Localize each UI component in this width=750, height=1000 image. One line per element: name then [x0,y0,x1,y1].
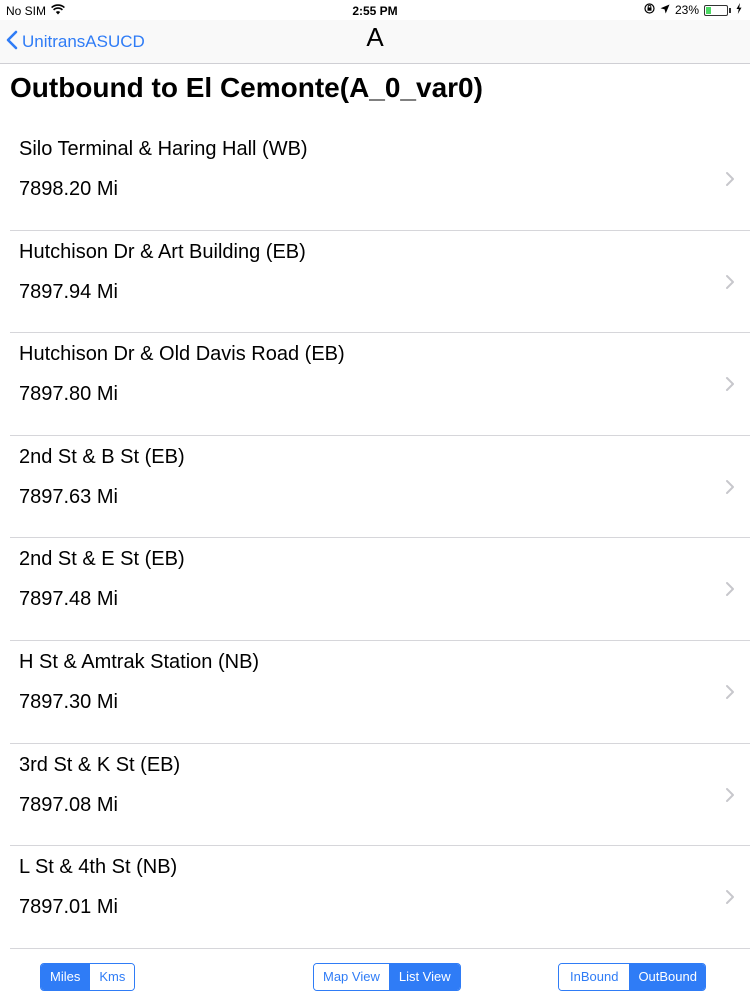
battery-percent: 23% [674,3,699,17]
battery-icon [704,4,728,16]
stop-row[interactable]: 3rd St & K St (EB) 7897.08 Mi [0,744,750,847]
stop-row[interactable]: H St & Amtrak Station (NB) 7897.30 Mi [0,641,750,744]
app-window: No SIM 2:55 PM 23% UnitransASUCD A Outbo… [0,0,750,1000]
status-time: 2:55 PM [352,4,398,18]
status-bar: No SIM 2:55 PM 23% [0,0,750,20]
miles-segment[interactable]: Miles [41,964,90,990]
stop-name: 3rd St & K St (EB) [19,753,181,776]
stop-distance: 7897.63 Mi [19,485,118,508]
stop-row[interactable]: Silo Terminal & Haring Hall (WB) 7898.20… [0,128,750,231]
stop-distance: 7897.30 Mi [19,690,118,713]
stop-name: 2nd St & B St (EB) [19,445,185,468]
stop-row[interactable]: Hutchison Dr & Old Davis Road (EB) 7897.… [0,333,750,436]
stop-row[interactable]: 2nd St & B St (EB) 7897.63 Mi [0,436,750,539]
list-view-segment[interactable]: List View [388,964,460,990]
chevron-right-icon [726,890,734,905]
chevron-right-icon [726,582,734,597]
chevron-right-icon [726,684,734,699]
outbound-segment[interactable]: OutBound [629,964,705,990]
battery-fill [706,6,711,14]
direction-segmented-control: InBound OutBound [558,963,706,991]
stop-row[interactable]: L St & 4th St (NB) 7897.01 Mi [0,846,750,949]
map-view-segment[interactable]: Map View [314,964,389,990]
stop-distance: 7897.48 Mi [19,588,118,611]
stop-name: Hutchison Dr & Art Building (EB) [19,240,306,263]
stop-name: 2nd St & E St (EB) [19,548,185,571]
stop-list: Silo Terminal & Haring Hall (WB) 7898.20… [0,128,750,949]
chevron-right-icon [726,172,734,186]
stop-distance: 7897.01 Mi [19,896,118,919]
view-segmented-control: Map View List View [313,963,461,991]
location-arrow-icon [660,3,670,17]
stop-row[interactable]: 2nd St & E St (EB) 7897.48 Mi [0,538,750,641]
stop-distance: 7897.94 Mi [19,280,118,303]
stop-name: Silo Terminal & Haring Hall (WB) [19,138,308,160]
stop-name: Hutchison Dr & Old Davis Road (EB) [19,343,345,366]
inbound-segment[interactable]: InBound [559,964,630,990]
kms-segment[interactable]: Kms [89,964,135,990]
stop-name: L St & 4th St (NB) [19,856,178,879]
charging-bolt-icon [736,3,742,17]
bottom-toolbar: Miles Kms Map View List View InBound Out… [0,950,750,1000]
stop-row[interactable]: Hutchison Dr & Art Building (EB) 7897.94… [0,231,750,334]
stop-distance: 7897.08 Mi [19,793,118,816]
nav-title: A [366,22,384,52]
chevron-right-icon [726,377,734,392]
chevron-right-icon [726,787,734,802]
stop-name: H St & Amtrak Station (NB) [19,650,260,673]
battery-tip [729,7,731,13]
chevron-right-icon [726,274,734,289]
lock-rotation-icon [644,3,655,17]
page-title: Outbound to El Cemonte(A_0_var0) [10,72,483,103]
stop-distance: 7897.80 Mi [19,383,118,406]
stop-distance: 7898.20 Mi [19,178,118,200]
status-right: 23% [644,3,742,17]
units-segmented-control: Miles Kms [40,963,136,991]
chevron-right-icon [726,479,734,494]
navigation-bar: UnitransASUCD A [0,20,750,64]
